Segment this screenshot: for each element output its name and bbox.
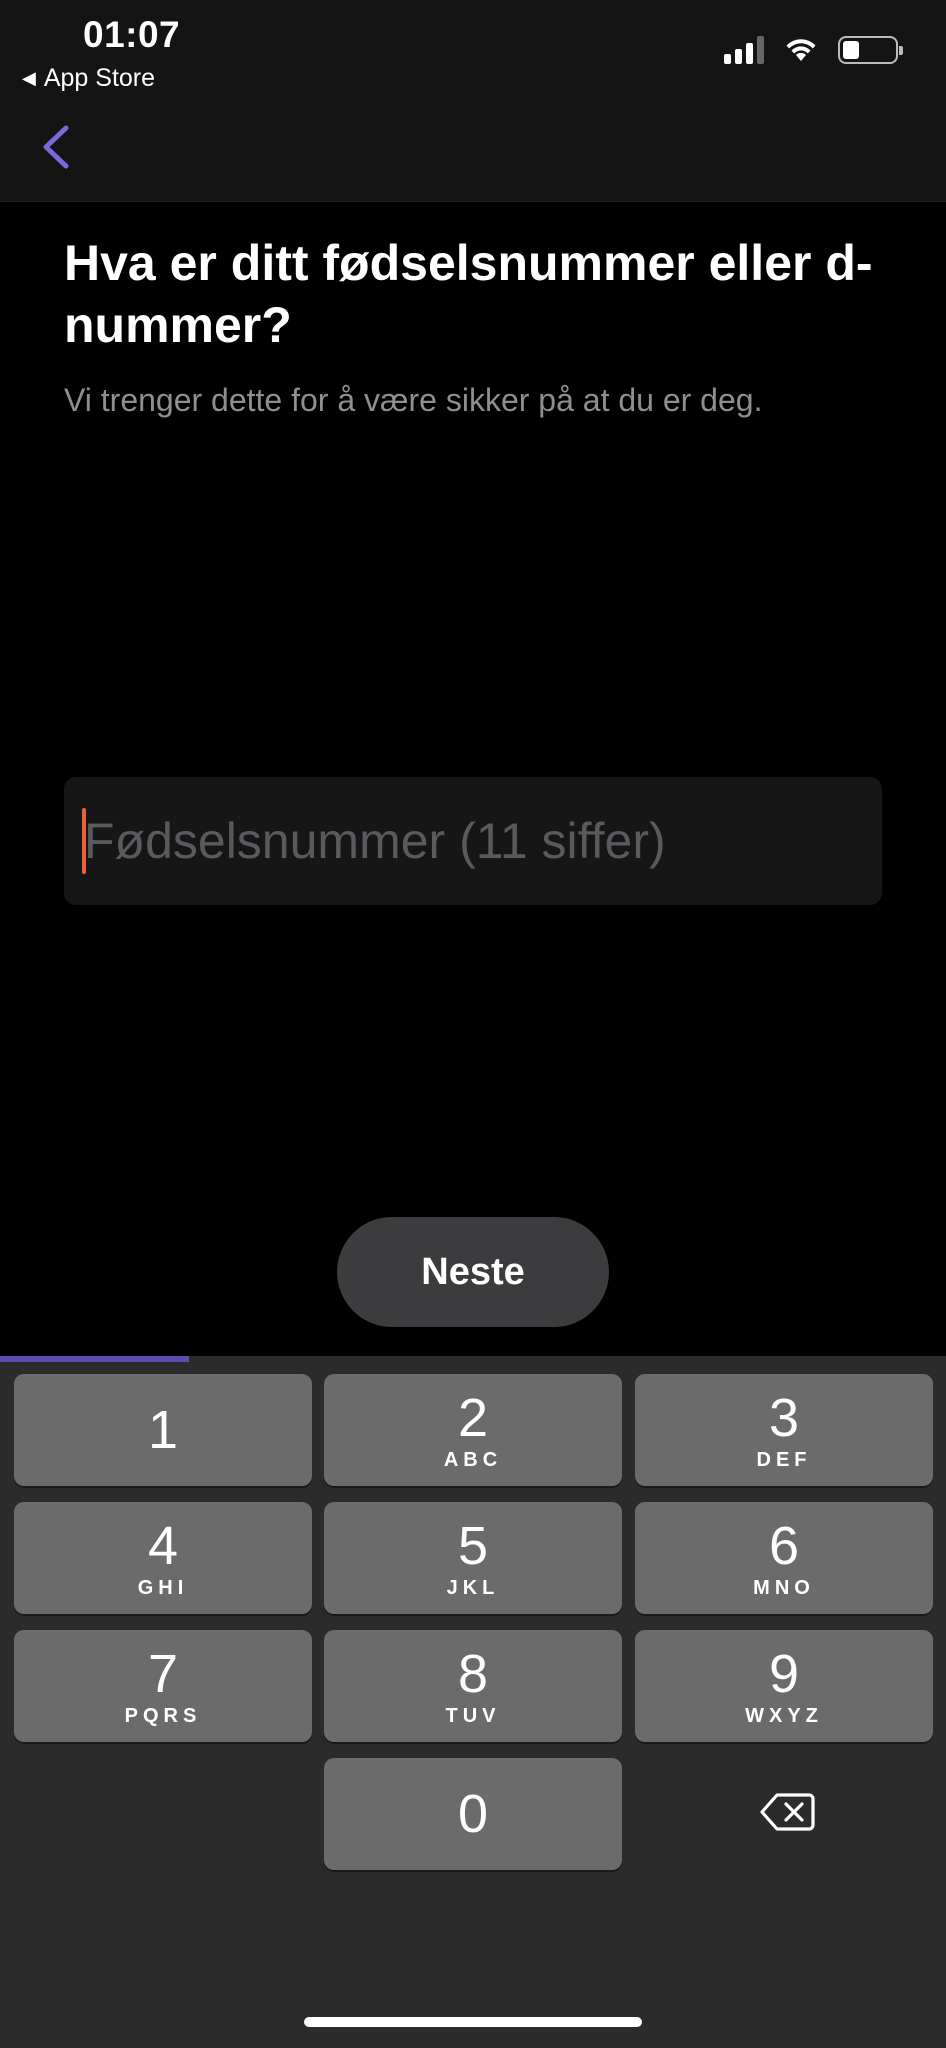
id-number-input[interactable] [84, 777, 874, 905]
key-letters: MNO [753, 1576, 815, 1599]
key-digit: 2 [457, 1387, 489, 1448]
key-digit: 8 [457, 1643, 489, 1704]
key-6[interactable]: 6 MNO [635, 1502, 933, 1614]
key-letters: PQRS [124, 1704, 202, 1727]
key-letters: JKL [446, 1576, 500, 1599]
backspace-icon [760, 1793, 815, 1831]
key-letters: TUV [445, 1704, 501, 1727]
screen: 01:07 ◀ App Store Hva er ditt fødselsnum… [0, 0, 946, 2048]
delete-key[interactable] [638, 1756, 936, 1868]
key-digit: 6 [768, 1515, 800, 1576]
status-time: 01:07 [83, 14, 181, 55]
key-digit: 7 [147, 1643, 179, 1704]
key-0[interactable]: 0 [324, 1758, 622, 1870]
key-7[interactable]: 7 PQRS [14, 1630, 312, 1742]
status-icons [724, 36, 903, 64]
home-indicator[interactable] [304, 2017, 642, 2027]
key-4[interactable]: 4 GHI [14, 1502, 312, 1614]
next-button[interactable]: Neste [337, 1217, 609, 1327]
key-5[interactable]: 5 JKL [324, 1502, 622, 1614]
key-letters: WXYZ [745, 1704, 823, 1727]
key-digit: 4 [147, 1515, 179, 1576]
key-3[interactable]: 3 DEF [635, 1374, 933, 1486]
back-app-label: App Store [43, 64, 156, 92]
wifi-icon [786, 39, 816, 61]
key-digit: 3 [768, 1387, 800, 1448]
key-digit: 5 [457, 1515, 489, 1576]
page-subtitle: Vi trenger dette for å være sikker på at… [64, 382, 763, 418]
key-8[interactable]: 8 TUV [324, 1630, 622, 1742]
battery-icon [838, 36, 903, 64]
cellular-signal-icon [724, 36, 764, 64]
key-letters: GHI [137, 1576, 189, 1599]
key-digit: 9 [768, 1643, 800, 1704]
key-digit: 1 [147, 1400, 179, 1460]
key-digit: 0 [457, 1784, 489, 1844]
id-number-field [64, 777, 882, 905]
page-title: Hva er ditt fødselsnummer eller d-nummer… [64, 235, 873, 353]
back-triangle-icon: ◀ [22, 68, 36, 88]
chevron-left-icon[interactable] [36, 122, 76, 172]
key-1[interactable]: 1 [14, 1374, 312, 1486]
key-2[interactable]: 2 ABC [324, 1374, 622, 1486]
key-letters: DEF [756, 1448, 812, 1471]
back-to-app-store-link[interactable]: ◀ App Store [22, 64, 155, 93]
key-9[interactable]: 9 WXYZ [635, 1630, 933, 1742]
top-bar: 01:07 ◀ App Store [0, 0, 946, 202]
key-letters: ABC [443, 1448, 503, 1471]
